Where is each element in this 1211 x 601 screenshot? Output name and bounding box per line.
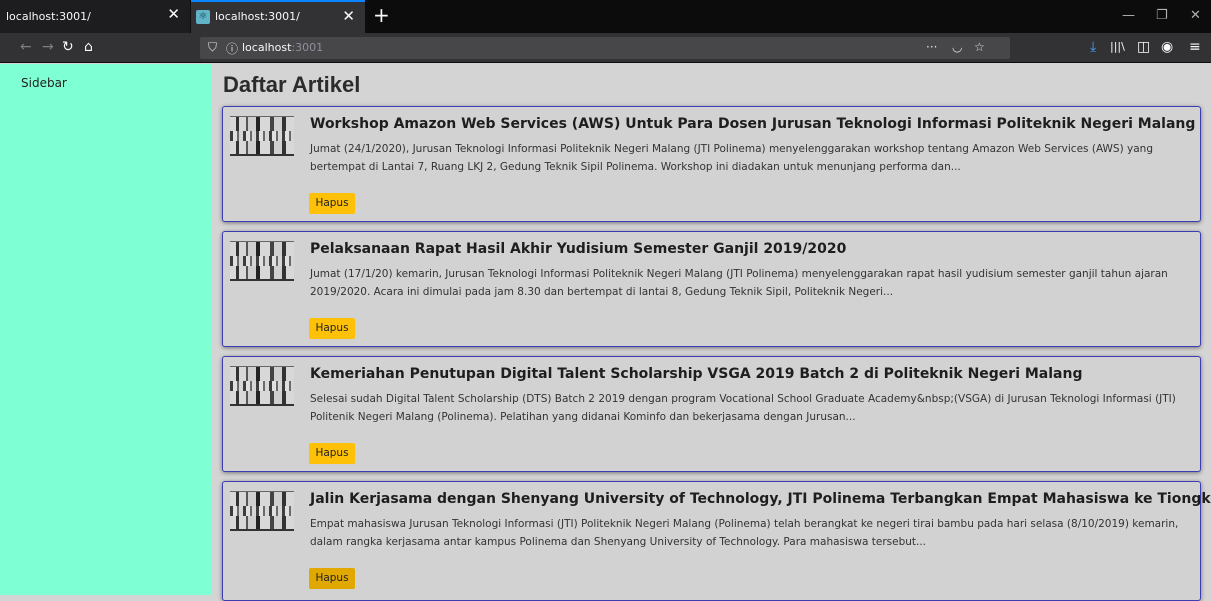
close-tab-icon[interactable]: ✕ — [342, 9, 355, 24]
tab-bar: localhost:3001/ ✕ ⚛ localhost:3001/ ✕ + … — [0, 0, 1211, 33]
article-card: Pelaksanaan Rapat Hasil Akhir Yudisium S… — [222, 231, 1201, 347]
new-tab-icon[interactable]: + — [373, 5, 390, 25]
article-description: Empat mahasiswa Jurusan Teknologi Inform… — [310, 518, 1179, 548]
account-icon[interactable]: ◉ — [1161, 39, 1173, 55]
sidebar: Sidebar — [0, 64, 212, 595]
delete-article-button[interactable]: Hapus — [309, 568, 355, 589]
delete-article-button[interactable]: Hapus — [309, 443, 355, 464]
tracking-shield-icon[interactable]: ⛉ — [208, 40, 217, 55]
url-port: :3001 — [291, 41, 324, 54]
home-icon[interactable]: ⌂ — [84, 39, 93, 55]
close-tab-icon[interactable]: ✕ — [167, 7, 180, 22]
delete-article-button[interactable]: Hapus — [309, 193, 355, 214]
page-actions-icon[interactable]: ··· — [926, 40, 937, 54]
minimize-icon[interactable]: — — [1122, 9, 1135, 22]
url-host: localhost — [242, 41, 292, 54]
url-text[interactable]: localhost:3001 — [242, 41, 323, 54]
reload-icon[interactable]: ↻ — [62, 39, 74, 55]
article-card: Jalin Kerjasama dengan Shenyang Universi… — [222, 481, 1211, 601]
article-description: Selesai sudah Digital Talent Scholarship… — [310, 393, 1176, 423]
article-card: Kemeriahan Penutupan Digital Talent Scho… — [222, 356, 1201, 472]
pocket-icon[interactable]: ◡ — [952, 40, 962, 54]
tab-title: localhost:3001/ — [215, 10, 300, 23]
article-title: Kemeriahan Penutupan Digital Talent Scho… — [310, 366, 1083, 382]
site-info-icon[interactable]: ⓘ — [226, 40, 238, 57]
article-description: Jumat (17/1/20) kemarin, Jurusan Teknolo… — [310, 268, 1168, 298]
article-thumbnail — [230, 491, 294, 531]
library-icon[interactable]: |||\ — [1110, 39, 1125, 55]
download-icon[interactable]: ⤓ — [1090, 39, 1096, 55]
tab-localhost-1[interactable]: localhost:3001/ ✕ — [0, 0, 190, 33]
delete-article-button[interactable]: Hapus — [309, 318, 355, 339]
menu-icon[interactable]: ≡ — [1189, 39, 1201, 55]
react-favicon-icon: ⚛ — [196, 10, 210, 24]
article-card: Workshop Amazon Web Services (AWS) Untuk… — [222, 106, 1201, 222]
restore-icon[interactable]: ❐ — [1156, 9, 1168, 22]
article-description: Jumat (24/1/2020), Jurusan Teknologi Inf… — [310, 143, 1154, 173]
page-content: Sidebar Daftar Artikel Workshop Amazon W… — [0, 64, 1211, 601]
article-thumbnail — [230, 241, 294, 281]
bookmark-star-icon[interactable]: ☆ — [974, 40, 985, 54]
article-title: Workshop Amazon Web Services (AWS) Untuk… — [310, 116, 1196, 132]
article-thumbnail — [230, 116, 294, 156]
tab-title: localhost:3001/ — [6, 10, 91, 23]
close-window-icon[interactable]: ✕ — [1190, 9, 1201, 22]
article-title: Jalin Kerjasama dengan Shenyang Universi… — [310, 491, 1211, 507]
article-thumbnail — [230, 366, 294, 406]
sidebar-toggle-icon[interactable]: ◫ — [1137, 39, 1150, 55]
forward-icon[interactable]: → — [42, 39, 54, 55]
back-icon[interactable]: ← — [20, 39, 32, 55]
page-title: Daftar Artikel — [223, 72, 361, 97]
tab-localhost-2[interactable]: ⚛ localhost:3001/ ✕ — [191, 0, 365, 33]
url-bar[interactable]: ⛉ ⓘ localhost:3001 ··· ◡ ☆ — [200, 37, 1010, 59]
sidebar-label: Sidebar — [21, 76, 67, 90]
article-title: Pelaksanaan Rapat Hasil Akhir Yudisium S… — [310, 241, 847, 257]
navigation-bar: ← → ↻ ⌂ ⛉ ⓘ localhost:3001 ··· ◡ ☆ ⤓ |||… — [0, 33, 1211, 63]
